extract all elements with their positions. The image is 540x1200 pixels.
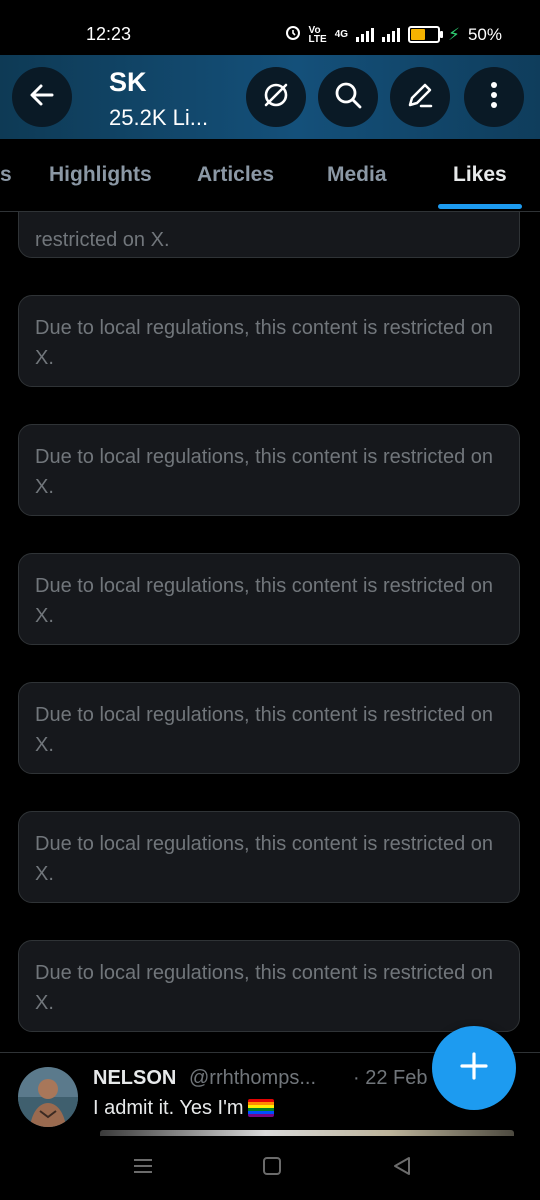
grok-button[interactable] bbox=[246, 67, 306, 127]
signal-2-icon bbox=[382, 27, 401, 42]
system-nav-bar bbox=[0, 1136, 540, 1200]
active-tab-indicator bbox=[438, 204, 522, 209]
back-arrow-icon bbox=[28, 81, 56, 114]
status-time: 12:23 bbox=[86, 24, 132, 44]
tweet-author-name[interactable]: NELSON bbox=[93, 1067, 176, 1090]
home-nav-icon[interactable] bbox=[262, 1156, 282, 1181]
restricted-text: Due to local regulations, this content i… bbox=[35, 704, 494, 756]
restricted-card: Due to local regulations, this content i… bbox=[18, 940, 520, 1032]
tweet-author-handle[interactable]: @rrhthomps... bbox=[189, 1067, 316, 1090]
charging-icon: ⚡ bbox=[448, 24, 460, 44]
restricted-text: Due to local regulations, this content i… bbox=[35, 833, 494, 885]
avatar[interactable] bbox=[18, 1067, 78, 1127]
profile-header: SK 25.2K Li... bbox=[0, 55, 540, 139]
tab-likes[interactable]: Likes bbox=[453, 163, 507, 187]
restricted-card: Due to local regulations, this content i… bbox=[18, 295, 520, 387]
back-nav-icon[interactable] bbox=[392, 1156, 412, 1181]
tweet-date[interactable]: · 22 Feb bbox=[353, 1067, 427, 1090]
network-type-icon: 4G bbox=[334, 29, 349, 40]
tab-replies-partial[interactable]: s bbox=[0, 163, 12, 187]
more-vertical-icon bbox=[490, 81, 498, 114]
alarm-icon bbox=[285, 24, 301, 45]
tweet-text: I admit it. Yes I'm bbox=[93, 1097, 274, 1120]
restricted-text: Due to local regulations, this content i… bbox=[35, 446, 494, 498]
tab-media[interactable]: Media bbox=[327, 163, 387, 187]
tab-highlights[interactable]: Highlights bbox=[49, 163, 152, 187]
rainbow-flag-icon bbox=[247, 1099, 274, 1117]
tab-articles[interactable]: Articles bbox=[197, 163, 274, 187]
compose-icon bbox=[405, 80, 435, 115]
battery-icon bbox=[408, 26, 444, 43]
restricted-text: Due to local regulations, this content i… bbox=[35, 317, 494, 369]
compose-button[interactable] bbox=[390, 67, 450, 127]
compose-fab[interactable] bbox=[432, 1026, 516, 1110]
restricted-card: Due to local regulations, this content i… bbox=[18, 811, 520, 903]
more-button[interactable] bbox=[464, 67, 524, 127]
status-bar: 12:23 Vo LTE 4G ⚡ 50% bbox=[0, 0, 540, 55]
restricted-text: Due to local regulations, this content i… bbox=[35, 575, 494, 627]
volte-icon: Vo LTE bbox=[308, 24, 327, 45]
restricted-text: Due to local regulations, this content i… bbox=[35, 962, 494, 1014]
grok-icon bbox=[261, 80, 291, 115]
profile-name: SK bbox=[109, 67, 147, 97]
search-button[interactable] bbox=[318, 67, 378, 127]
signal-icon bbox=[356, 27, 375, 42]
status-icons: Vo LTE 4G ⚡ 50% bbox=[285, 24, 502, 45]
plus-icon bbox=[459, 1051, 489, 1086]
tweet-text-content: I admit it. Yes I'm bbox=[93, 1097, 244, 1119]
menu-nav-icon[interactable] bbox=[133, 1156, 153, 1181]
search-icon bbox=[333, 80, 363, 115]
back-button[interactable] bbox=[12, 67, 72, 127]
battery-fill bbox=[411, 29, 426, 40]
restricted-card: Due to local regulations, this content i… bbox=[18, 682, 520, 774]
likes-count: 25.2K Li... bbox=[109, 105, 209, 130]
battery-percent: 50% bbox=[467, 24, 502, 44]
restricted-card: Due to local regulations, this content i… bbox=[18, 553, 520, 645]
restricted-card: Due to local regulations, this content i… bbox=[18, 424, 520, 516]
